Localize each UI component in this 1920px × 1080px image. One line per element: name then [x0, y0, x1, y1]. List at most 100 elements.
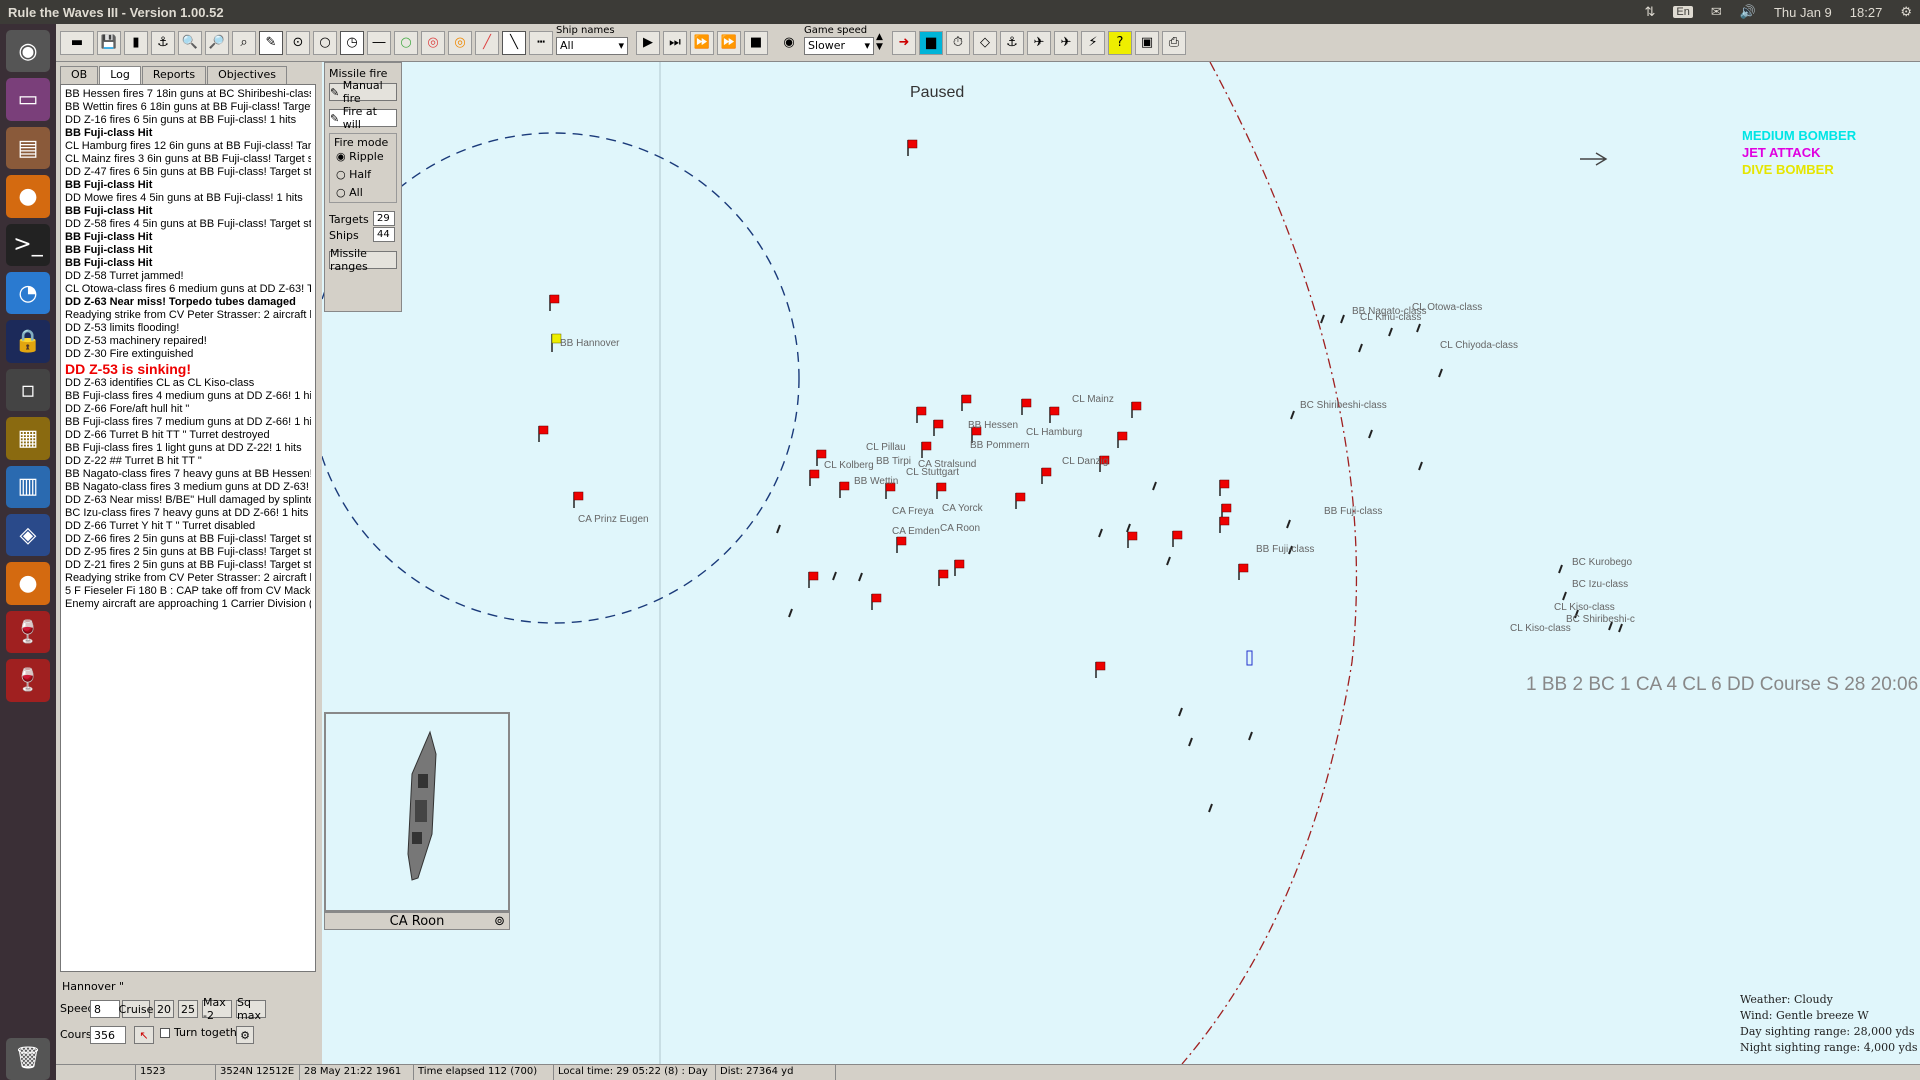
map-view-icon[interactable]: ▆	[919, 30, 943, 55]
log-entry: CL Hamburg fires 12 6in guns at BB Fuji-…	[65, 140, 311, 152]
stopwatch-icon[interactable]: ⏱	[946, 30, 970, 55]
tab-log[interactable]: Log	[99, 66, 141, 84]
lightning-icon[interactable]: ⚡	[1081, 30, 1105, 55]
cursor-icon[interactable]: ↖	[134, 1026, 154, 1044]
firefox-icon-2[interactable]: ●	[6, 562, 50, 605]
unit-flag-icon	[1172, 530, 1183, 547]
unit-flag-icon	[1131, 401, 1142, 418]
forward-icon[interactable]: ⏩	[690, 30, 714, 55]
help-icon[interactable]: ?	[1108, 30, 1132, 55]
ripple-radio[interactable]: ◉ Ripple	[336, 150, 384, 163]
book-icon[interactable]: ▮	[124, 30, 148, 55]
date-label[interactable]: Thu Jan 9	[1774, 5, 1832, 20]
green-circle-icon[interactable]: ○	[394, 30, 418, 55]
dots-icon[interactable]: ┅	[529, 30, 553, 55]
orange-circle-icon[interactable]: ◎	[448, 30, 472, 55]
terminal-icon[interactable]: >_	[6, 223, 50, 267]
fast-forward-icon[interactable]: ⏩	[717, 30, 741, 55]
fire-at-will-button[interactable]: ✎ Fire at will	[329, 105, 397, 131]
wine-icon-2[interactable]: 🍷	[6, 659, 50, 702]
dosbox-icon[interactable]: ▦	[6, 417, 50, 460]
legend-medium-bomber: MEDIUM BOMBER	[1742, 128, 1856, 143]
turn-together-checkbox[interactable]: Turn together	[160, 1026, 248, 1039]
clock-mode-icon[interactable]: ◷	[340, 30, 364, 55]
play-icon[interactable]: ▶	[636, 30, 660, 55]
window-icon[interactable]: ▫	[6, 368, 50, 412]
course-input[interactable]: 356	[90, 1026, 126, 1044]
zoom-in-icon[interactable]: 🔍	[178, 30, 202, 55]
map-canvas: BB Hannover CA Prinz Eugen CL Mainz BB Hess…	[322, 62, 1635, 1064]
ship-list-icon[interactable]: ⚓	[151, 30, 175, 55]
clock-label[interactable]: 18:27	[1850, 5, 1883, 20]
tab-objectives[interactable]: Objectives	[207, 66, 287, 84]
speed-20-button[interactable]: 20	[154, 1000, 174, 1018]
max-minus-2-button[interactable]: Max -2	[202, 996, 232, 1022]
dash-mode-icon[interactable]: ―	[367, 30, 391, 55]
aircraft-icon[interactable]: ✈	[1027, 30, 1051, 55]
document-icon[interactable]: ▥	[6, 465, 50, 509]
red-circle-icon[interactable]: ◎	[421, 30, 445, 55]
flag-icon[interactable]: ▬	[60, 30, 94, 55]
status-cell: Time elapsed 112 (700)	[414, 1065, 554, 1080]
tab-ob[interactable]: OB	[60, 66, 99, 84]
cruise-button[interactable]: Cruise	[119, 1000, 153, 1018]
speed-spinner-icon[interactable]: ▲ ▼	[876, 32, 883, 52]
circle-mode-icon[interactable]: ○	[313, 30, 337, 55]
file-cabinet-icon[interactable]: ▤	[6, 126, 50, 170]
trash-icon[interactable]: 🗑	[6, 1037, 50, 1080]
ship-profile-view[interactable]	[324, 712, 510, 912]
lock-mode-icon[interactable]: ⊙	[286, 30, 310, 55]
wine-icon[interactable]: 🍷	[6, 610, 50, 654]
stop-icon[interactable]: ■	[744, 30, 768, 55]
log-entry: DD Z-53 is sinking!	[65, 361, 192, 377]
speed-25-button[interactable]: 25	[178, 1000, 198, 1018]
zoom-out-icon[interactable]: 🔎	[205, 30, 229, 55]
red-line-icon[interactable]: ╱	[475, 30, 499, 55]
half-radio[interactable]: ○ Half	[336, 168, 371, 181]
arrow-right-icon[interactable]: ➜	[892, 30, 916, 55]
chart-app-icon[interactable]: ◔	[6, 272, 50, 315]
firefox-icon[interactable]: ●	[6, 175, 50, 218]
ship-label: CL Hamburg	[1026, 427, 1082, 438]
dash-home-icon[interactable]: ◉	[6, 30, 50, 73]
ship-names-label: Ship names	[556, 24, 615, 36]
tab-reports[interactable]: Reports	[141, 66, 207, 84]
settings-icon[interactable]: ⚙	[236, 1026, 254, 1044]
volume-icon[interactable]: 🔊	[1740, 4, 1756, 20]
anchor-icon[interactable]: ⚓	[1000, 30, 1024, 55]
grey-line-icon[interactable]: ╲	[502, 30, 526, 55]
manual-fire-button[interactable]: ✎ Manual fire	[329, 79, 397, 105]
game-speed-group: Game speed Slower ▾ ▲ ▼	[804, 24, 892, 62]
speed-input[interactable]: 8	[90, 1000, 120, 1018]
status-cell: Local time: 29 05:22 (8) : Day	[554, 1065, 716, 1080]
unit-flag-icon	[871, 593, 882, 610]
lock-icon[interactable]: 🔒	[6, 320, 50, 363]
zoom-fit-icon[interactable]: ⌕	[232, 30, 256, 55]
log-entry: 5 F Fieseler Fi 180 B : CAP take off fro…	[65, 585, 311, 597]
missile-ranges-button[interactable]: Missile ranges	[329, 247, 397, 273]
unit-flag-icon	[936, 482, 947, 499]
step-icon[interactable]: ⏭	[663, 30, 687, 55]
settings-gear-icon[interactable]: ⚙	[1900, 4, 1912, 20]
screenshot-icon[interactable]: ▣	[1135, 30, 1159, 55]
pen-icon[interactable]: ✎	[259, 30, 283, 55]
ship-names-select[interactable]: All ▾	[556, 36, 628, 55]
ship-label: BB Tirpi	[876, 456, 911, 467]
eraser-icon[interactable]: ◇	[973, 30, 997, 55]
save-icon[interactable]: 💾	[97, 30, 121, 55]
game-speed-select[interactable]: Slower ▾	[804, 36, 874, 55]
print-icon[interactable]: ⎙	[1162, 30, 1186, 55]
aircraft-settings-icon[interactable]: ✈	[1054, 30, 1078, 55]
tactical-map[interactable]: BB Hannover CA Prinz Eugen CL Mainz BB Hess…	[322, 62, 1920, 1064]
checkbox-icon[interactable]	[160, 1027, 170, 1038]
all-radio[interactable]: ○ All	[336, 186, 363, 199]
sq-max-button[interactable]: Sq max	[236, 996, 266, 1022]
ship-info-icon[interactable]: ⊚	[494, 914, 505, 929]
mail-icon[interactable]: ✉	[1711, 4, 1722, 20]
keyboard-indicator[interactable]: En	[1673, 6, 1693, 18]
virtualbox-icon[interactable]: ◈	[6, 514, 50, 557]
network-icon[interactable]: ⇅	[1645, 4, 1656, 20]
app-window-icon[interactable]: ▭	[6, 78, 50, 121]
ship-label: CL Danzig	[1062, 456, 1108, 467]
battle-log[interactable]: BB Hessen fires 7 18in guns at BC Shirib…	[60, 84, 316, 972]
